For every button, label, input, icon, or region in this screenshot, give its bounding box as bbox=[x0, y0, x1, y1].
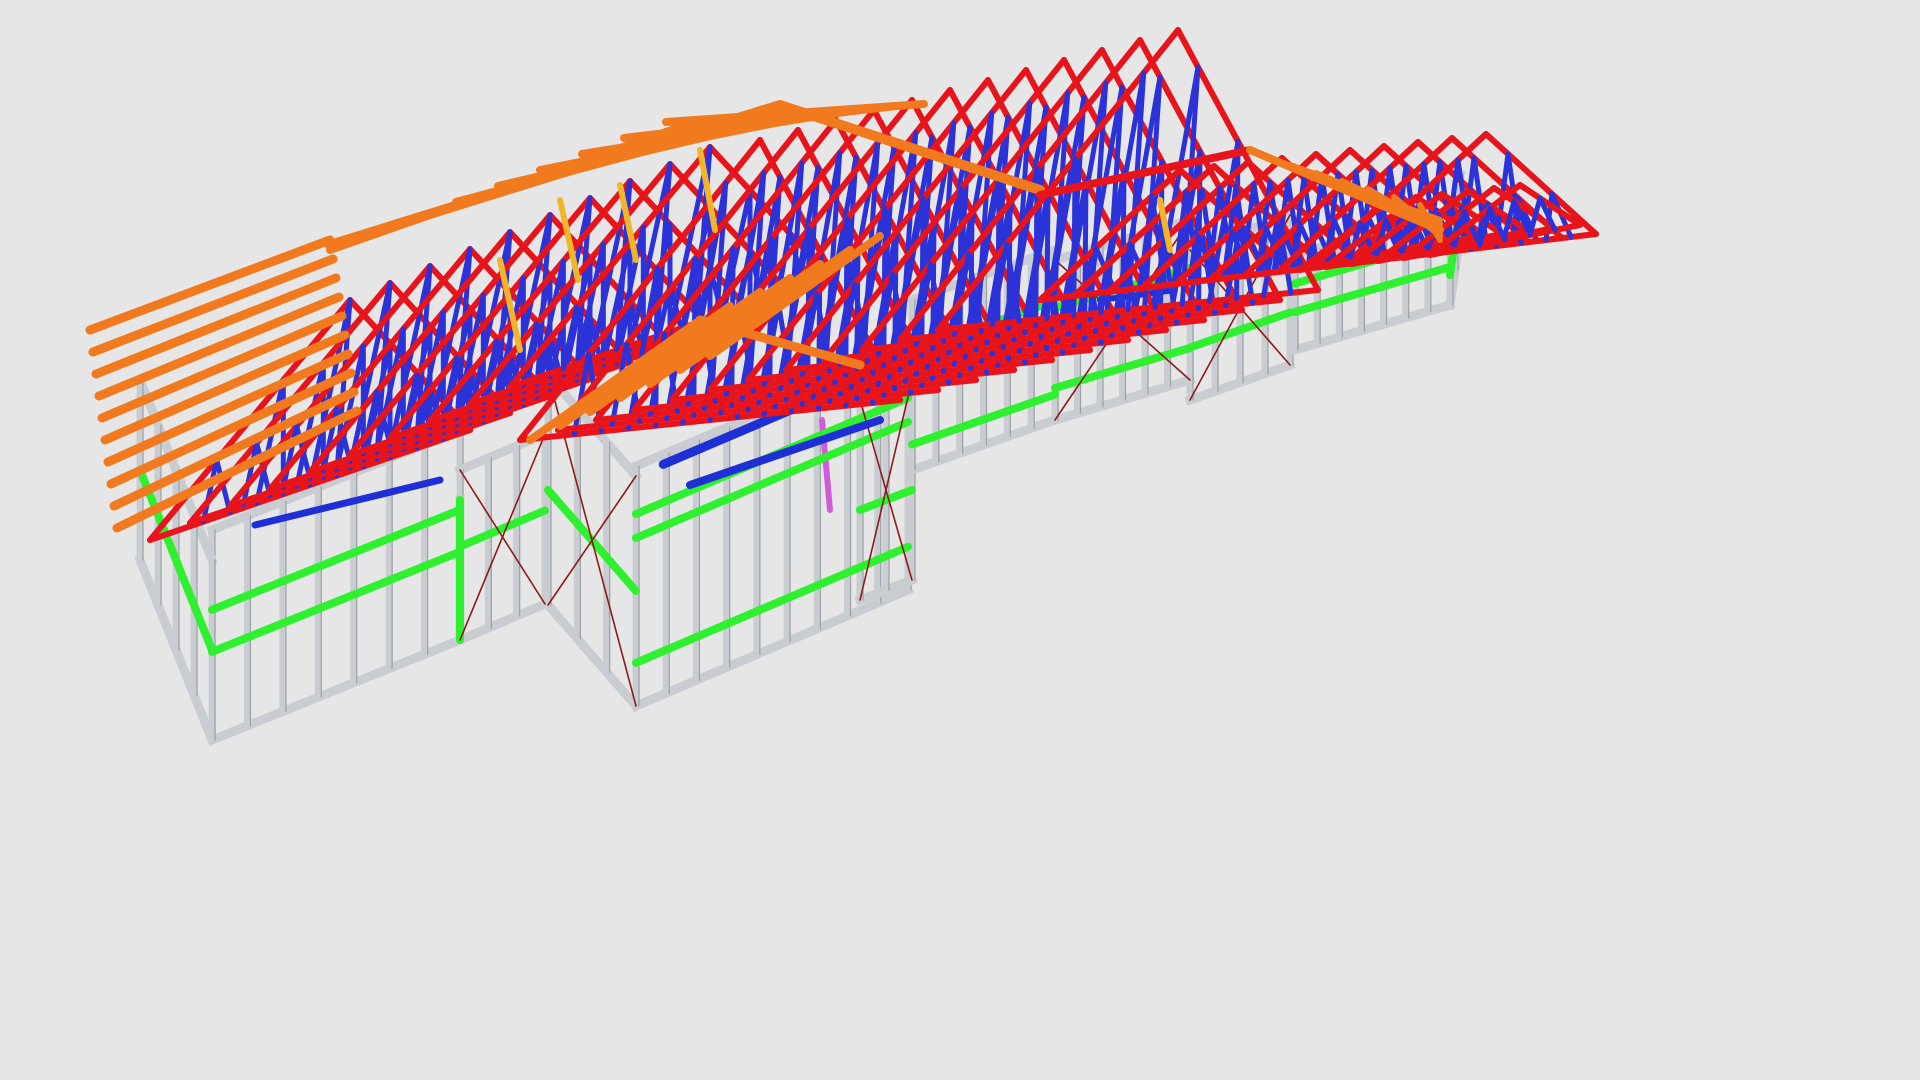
noggin bbox=[456, 506, 549, 551]
steel-frame-house-model[interactable] bbox=[0, 0, 1920, 1080]
noggin bbox=[632, 418, 912, 542]
3d-model-viewport[interactable] bbox=[0, 0, 1920, 1080]
